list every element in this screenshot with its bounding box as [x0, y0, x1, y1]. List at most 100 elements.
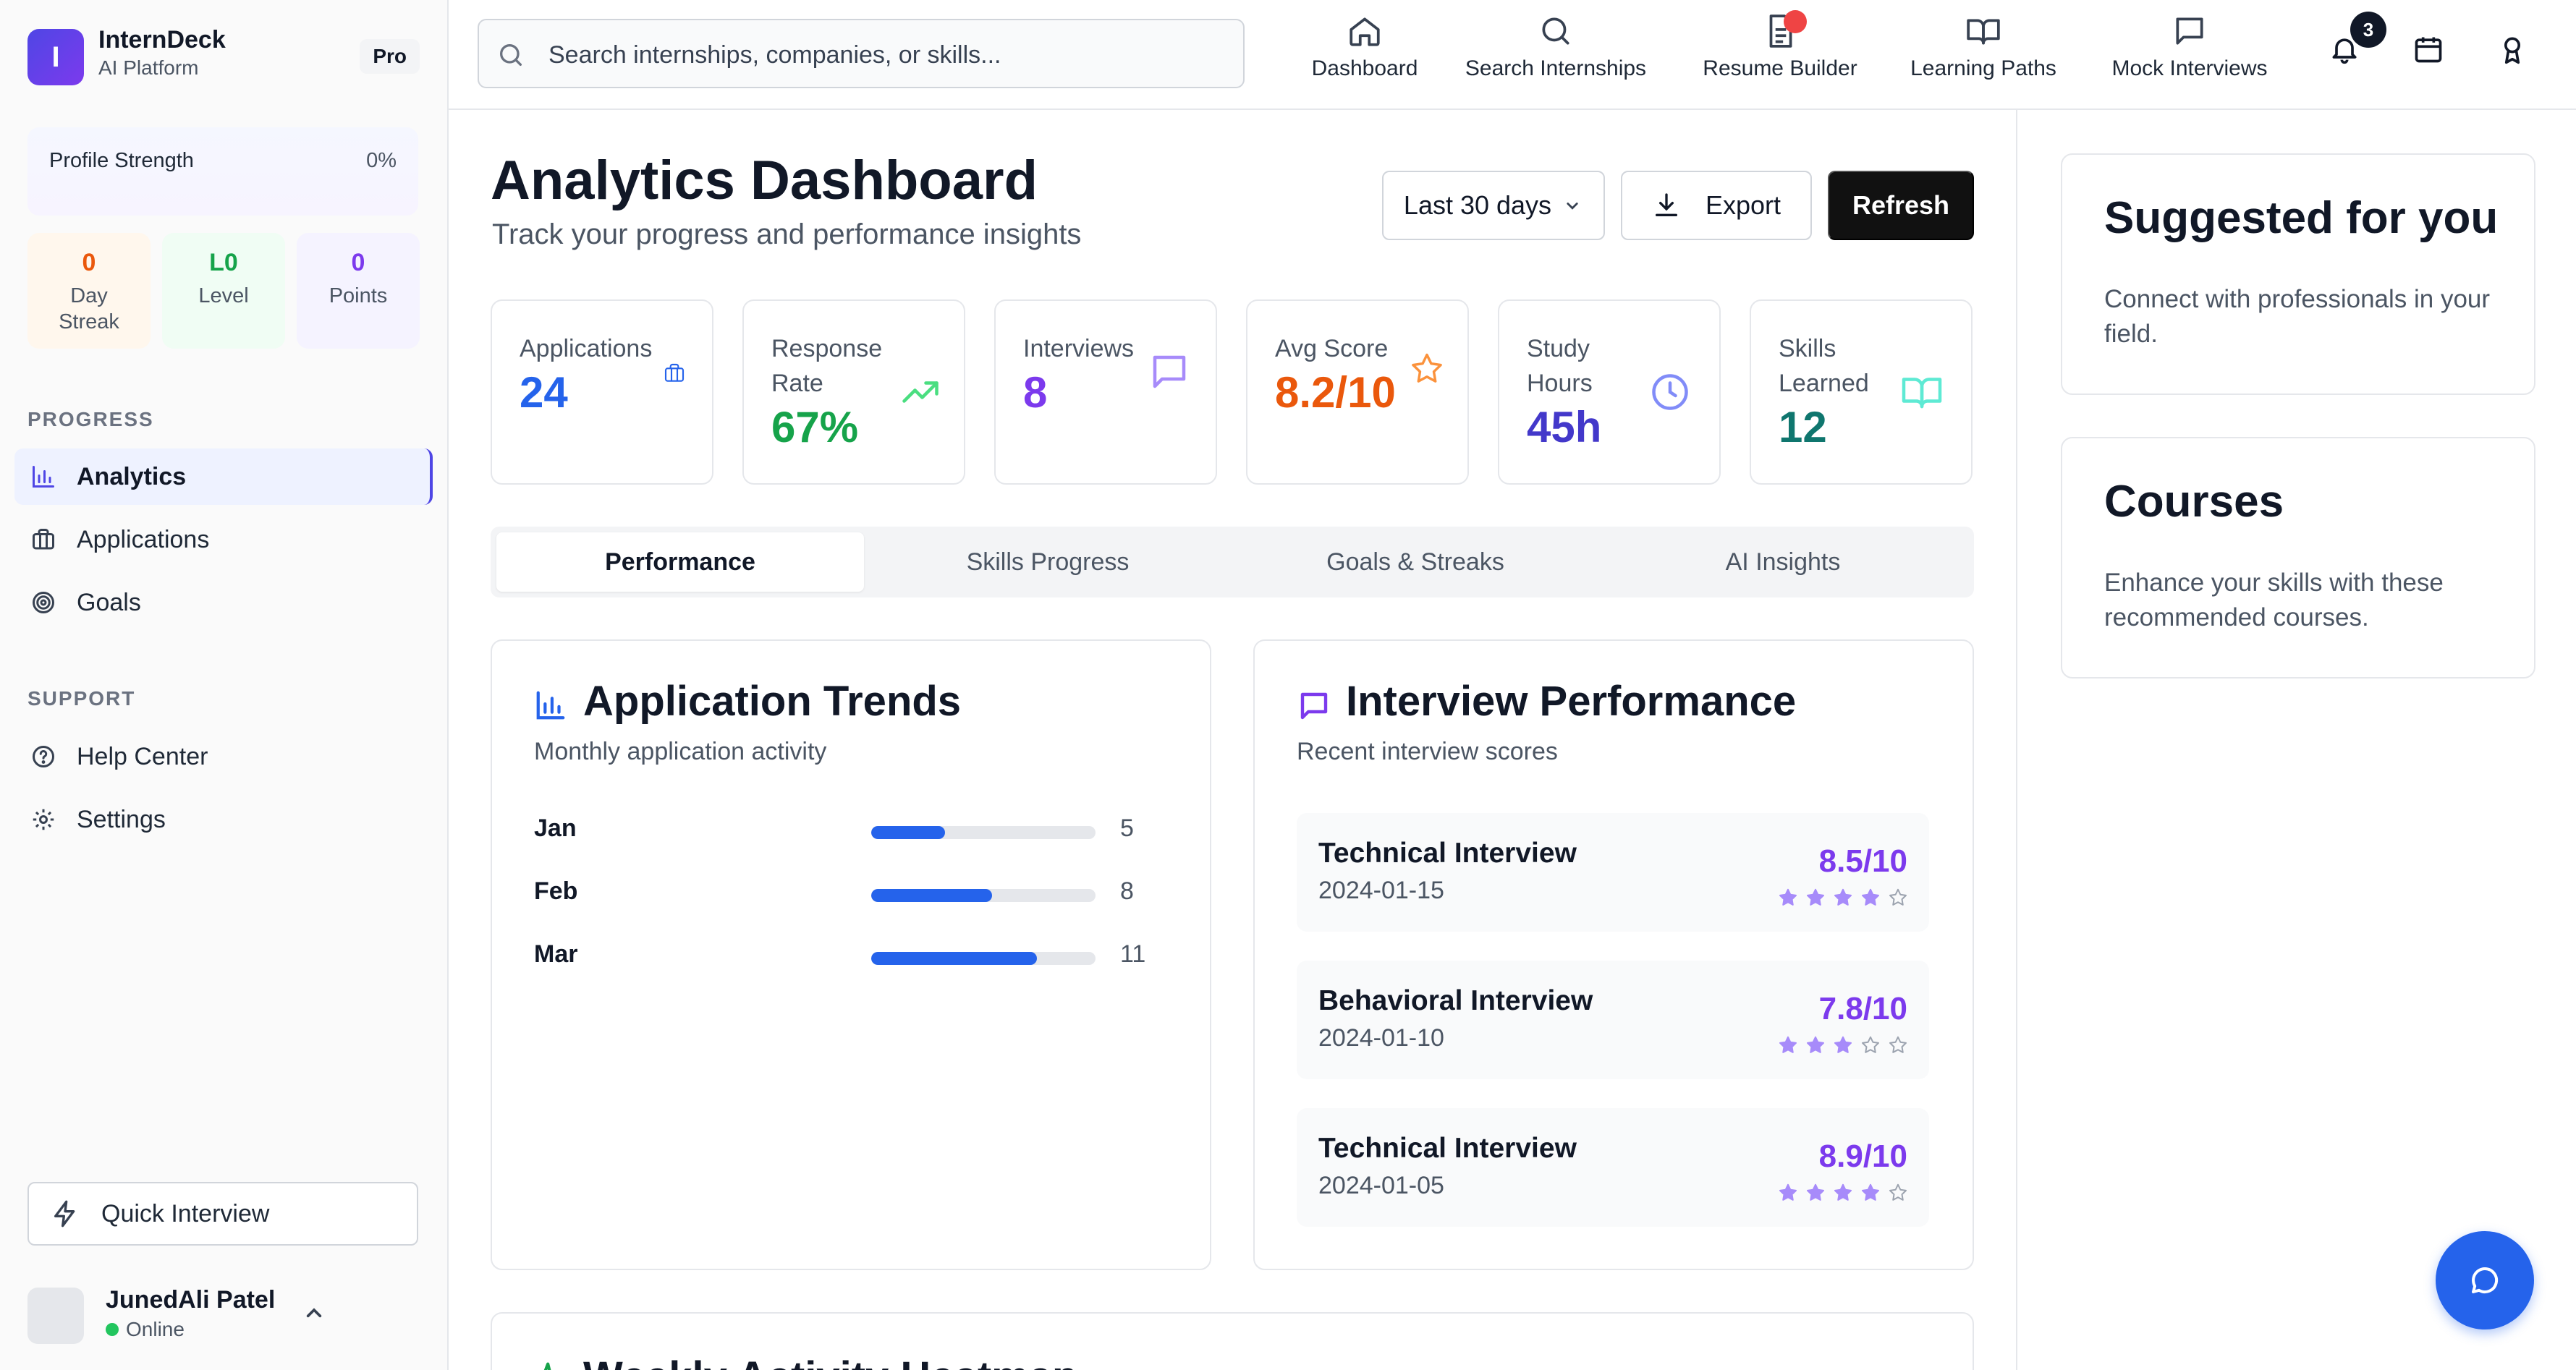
pro-badge: Pro [360, 39, 420, 74]
sidebar-item-help-center[interactable]: Help Center [14, 728, 433, 785]
refresh-button[interactable]: Refresh [1828, 171, 1974, 240]
interview-performance-card: Interview Performance Recent interview s… [1253, 639, 1974, 1270]
star-icon [1408, 350, 1446, 388]
user-name: JunedAli Patel [106, 1286, 276, 1314]
sidebar-item-label: Goals [77, 588, 141, 616]
tab-ai-insights[interactable]: AI Insights [1599, 532, 1967, 592]
sidebar-item-label: Applications [77, 525, 210, 553]
nav-label: Resume Builder [1703, 56, 1857, 80]
day-streak-stat: 0 Day Streak [27, 233, 151, 349]
bar-chart-icon [29, 462, 58, 491]
interview-row[interactable]: Technical Interview 2024-01-05 8.9/10 [1297, 1108, 1929, 1227]
kpi-value: 8.2/10 [1275, 368, 1396, 417]
star-rating [1777, 887, 1909, 909]
star-empty-icon [1887, 1034, 1909, 1056]
courses-card: Courses Enhance your skills with these r… [2061, 437, 2535, 678]
nav-resume-builder[interactable]: Resume Builder [1679, 10, 1881, 93]
trend-bar-fill [871, 826, 946, 839]
sidebar-item-goals[interactable]: Goals [14, 574, 433, 631]
kpi-label: Response Rate [771, 335, 883, 397]
bar-chart-icon [534, 689, 572, 726]
interview-row[interactable]: Technical Interview 2024-01-15 8.5/10 [1297, 813, 1929, 932]
profile-strength-card: Profile Strength 0% [27, 127, 418, 216]
kpi-value: 45h [1527, 403, 1602, 451]
kpi-response-rate: Response Rate 67% [742, 299, 965, 485]
download-icon [1652, 191, 1681, 220]
trend-bar [871, 889, 1096, 902]
chat-fab-button[interactable] [2436, 1231, 2534, 1329]
brand-logo: I [27, 29, 84, 85]
interview-row[interactable]: Behavioral Interview 2024-01-10 7.8/10 [1297, 961, 1929, 1079]
kpi-label: Applications [520, 335, 653, 362]
card-title: Application Trends [583, 678, 962, 725]
profile-strength-value: 0% [366, 149, 397, 172]
chevron-down-icon [1562, 195, 1583, 216]
chevron-up-icon[interactable] [300, 1299, 329, 1328]
kpi-interviews: Interviews 8 [994, 299, 1217, 485]
nav-search-internships[interactable]: Search Internships [1447, 13, 1664, 93]
trend-value: 5 [1120, 814, 1134, 842]
tab-skills-progress[interactable]: Skills Progress [864, 532, 1232, 592]
trend-bar-fill [871, 952, 1038, 965]
search-bar[interactable] [478, 19, 1245, 88]
star-filled-icon [1777, 887, 1799, 909]
brand[interactable]: I InternDeck AI Platform Pro [27, 26, 420, 85]
trend-bar [871, 826, 1096, 839]
trend-month: Jan [534, 814, 577, 842]
tab-goals-streaks[interactable]: Goals & Streaks [1232, 532, 1599, 592]
interview-type: Technical Interview [1318, 838, 1577, 869]
calendar-icon[interactable] [2412, 33, 2444, 65]
kpi-study-hours: Study Hours 45h [1498, 299, 1721, 485]
avatar [27, 1288, 84, 1344]
sidebar-item-settings[interactable]: Settings [14, 791, 433, 848]
stat-value: 0 [82, 249, 96, 276]
courses-text: Enhance your skills with these recommend… [2104, 569, 2444, 631]
star-filled-icon [1777, 1034, 1799, 1056]
award-icon[interactable] [2496, 33, 2528, 65]
card-subtitle: Monthly application activity [534, 738, 827, 765]
message-icon [1297, 689, 1334, 726]
brand-subtitle: AI Platform [98, 56, 199, 79]
user-profile[interactable]: JunedAli Patel Online [27, 1280, 418, 1353]
star-filled-icon [1805, 1182, 1826, 1204]
interview-type: Technical Interview [1318, 1133, 1577, 1164]
kpi-value: 24 [520, 368, 568, 417]
kpi-applications: Applications 24 [491, 299, 713, 485]
suggested-text: Connect with professionals in your field… [2104, 285, 2491, 348]
star-empty-icon [1860, 1034, 1881, 1056]
nav-label: Dashboard [1311, 56, 1418, 80]
nav-dashboard[interactable]: Dashboard [1292, 13, 1437, 93]
nav-label: Mock Interviews [2111, 56, 2268, 80]
gear-icon [29, 805, 58, 834]
search-icon [496, 41, 525, 69]
search-input[interactable] [548, 33, 1229, 77]
nav-mock-interviews[interactable]: Mock Interviews [2088, 13, 2291, 93]
stat-value: L0 [209, 249, 238, 276]
stat-label: Level [198, 284, 249, 307]
star-rating [1777, 1182, 1909, 1204]
weekly-activity-heatmap-card: Weekly Activity Heatmap [491, 1312, 1974, 1370]
online-dot [106, 1323, 119, 1336]
analytics-tabs: Performance Skills Progress Goals & Stre… [491, 527, 1974, 597]
date-range-select[interactable]: Last 30 days [1382, 171, 1605, 240]
export-label: Export [1705, 190, 1781, 220]
suggested-card: Suggested for you Connect with professio… [2061, 153, 2535, 395]
tab-performance[interactable]: Performance [496, 532, 864, 592]
sidebar-item-applications[interactable]: Applications [14, 511, 433, 568]
card-title: Weekly Activity Heatmap [583, 1353, 1077, 1370]
kpi-label: Interviews [1023, 335, 1135, 362]
nav-label: Search Internships [1465, 56, 1647, 80]
clock-icon [1648, 370, 1692, 414]
quick-interview-button[interactable]: Quick Interview [27, 1182, 418, 1246]
sidebar-item-analytics[interactable]: Analytics [14, 448, 433, 505]
target-icon [29, 588, 58, 617]
trend-value: 11 [1120, 940, 1146, 968]
sidebar-item-label: Analytics [77, 462, 187, 490]
export-button[interactable]: Export [1621, 171, 1812, 240]
kpi-value: 67% [771, 403, 859, 451]
star-filled-icon [1860, 887, 1881, 909]
interview-date: 2024-01-05 [1318, 1172, 1444, 1199]
support-section-title: SUPPORT [27, 687, 136, 710]
nav-learning-paths[interactable]: Learning Paths [1893, 13, 2074, 93]
kpi-label: Avg Score [1275, 335, 1389, 362]
